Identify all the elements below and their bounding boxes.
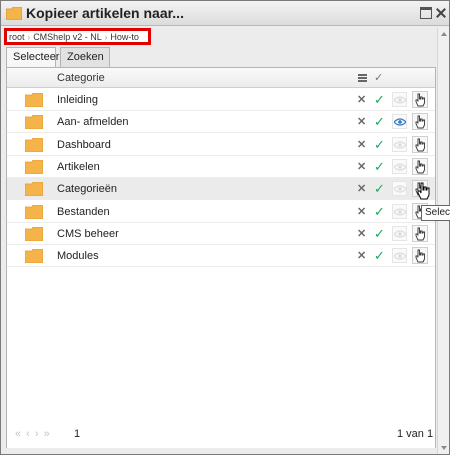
checkmark-icon[interactable]: ✓ bbox=[374, 92, 385, 108]
checkmark-icon[interactable]: ✓ bbox=[374, 137, 385, 153]
dialog-titlebar[interactable]: Kopieer artikelen naar... bbox=[1, 1, 449, 26]
eye-icon[interactable] bbox=[392, 248, 407, 264]
checkmark-icon[interactable]: ✓ bbox=[374, 159, 385, 175]
pager-count: 1 van 1 bbox=[397, 428, 434, 440]
category-label[interactable]: Aan- afmelden bbox=[57, 116, 129, 128]
eye-icon[interactable] bbox=[392, 114, 407, 130]
close-icon[interactable] bbox=[435, 7, 447, 19]
select-hand-icon[interactable] bbox=[412, 224, 428, 242]
copy-articles-dialog: Kopieer artikelen naar... root › CMShelp v… bbox=[0, 0, 450, 455]
grid-header: Categorie ✓ bbox=[7, 68, 435, 88]
remove-icon[interactable]: ✕ bbox=[357, 93, 366, 106]
category-label[interactable]: CMS beheer bbox=[57, 228, 119, 240]
dialog-title: Kopieer artikelen naar... bbox=[26, 5, 184, 21]
table-row[interactable]: Inleiding ✕ ✓ bbox=[7, 89, 435, 111]
eye-icon[interactable] bbox=[392, 136, 407, 152]
scroll-down-icon[interactable] bbox=[441, 446, 447, 450]
breadcrumb-site[interactable]: CMShelp v2 - NL bbox=[33, 32, 102, 42]
breadcrumb-root[interactable]: root bbox=[9, 32, 25, 42]
table-row[interactable]: CMS beheer ✕ ✓ bbox=[7, 223, 435, 245]
category-label[interactable]: Bestanden bbox=[57, 206, 110, 218]
select-hand-icon[interactable] bbox=[412, 113, 428, 131]
folder-icon bbox=[25, 93, 43, 107]
select-hand-icon[interactable] bbox=[412, 247, 428, 265]
breadcrumb-separator-icon: › bbox=[104, 33, 108, 42]
checkmark-icon[interactable]: ✓ bbox=[374, 204, 385, 220]
table-row[interactable]: Categorieën ✕ ✓ bbox=[7, 178, 435, 201]
breadcrumb: root › CMShelp v2 - NL › How-to bbox=[4, 28, 151, 45]
checkmark-icon[interactable]: ✓ bbox=[374, 226, 385, 242]
table-row[interactable]: Artikelen ✕ ✓ bbox=[7, 156, 435, 178]
folder-icon bbox=[25, 137, 43, 152]
folder-icon bbox=[25, 115, 43, 130]
checkmark-icon[interactable]: ✓ bbox=[374, 114, 385, 130]
maximize-icon[interactable] bbox=[420, 7, 432, 19]
remove-icon[interactable]: ✕ bbox=[357, 249, 366, 262]
checkmark-icon[interactable]: ✓ bbox=[374, 181, 385, 197]
eye-icon[interactable] bbox=[392, 225, 407, 241]
column-header-category[interactable]: Categorie bbox=[57, 72, 105, 84]
eye-icon[interactable] bbox=[392, 181, 407, 197]
remove-icon[interactable]: ✕ bbox=[357, 115, 366, 128]
select-hand-icon[interactable] bbox=[412, 135, 428, 153]
table-row[interactable]: Aan- afmelden ✕ ✓ bbox=[7, 111, 435, 134]
eye-icon[interactable] bbox=[392, 92, 407, 107]
checkmark-icon: ✓ bbox=[374, 72, 384, 84]
select-hand-icon[interactable] bbox=[412, 91, 428, 108]
category-label[interactable]: Dashboard bbox=[57, 139, 111, 151]
pager-current-page[interactable]: 1 bbox=[74, 428, 80, 440]
category-label[interactable]: Categorieën bbox=[57, 183, 117, 195]
folder-icon bbox=[6, 7, 22, 20]
folder-icon bbox=[25, 204, 43, 219]
tab-zoeken[interactable]: Zoeken bbox=[60, 47, 110, 67]
pager-arrows-icon[interactable]: « ‹ › » bbox=[15, 428, 51, 440]
category-grid-panel: Categorie ✓ Inleiding ✕ ✓ Aan- afmelden ✕ ✓ Da… bbox=[6, 67, 436, 448]
remove-icon[interactable]: ✕ bbox=[357, 205, 366, 218]
category-label[interactable]: Inleiding bbox=[57, 94, 98, 106]
eye-icon[interactable] bbox=[392, 203, 407, 219]
folder-icon bbox=[25, 226, 43, 241]
select-tooltip: Selecteer bbox=[421, 205, 450, 221]
folder-icon bbox=[25, 182, 43, 197]
folder-icon bbox=[25, 159, 43, 174]
select-hand-icon[interactable] bbox=[412, 157, 428, 175]
remove-icon[interactable]: ✕ bbox=[357, 160, 366, 173]
table-row[interactable]: Bestanden ✕ ✓ bbox=[7, 201, 435, 223]
remove-icon[interactable]: ✕ bbox=[357, 182, 366, 195]
remove-icon[interactable]: ✕ bbox=[357, 138, 366, 151]
table-row[interactable]: Dashboard ✕ ✓ bbox=[7, 134, 435, 156]
table-row[interactable]: Modules ✕ ✓ bbox=[7, 245, 435, 268]
vertical-scrollbar[interactable] bbox=[437, 28, 449, 454]
eye-icon[interactable] bbox=[392, 158, 407, 174]
category-label[interactable]: Artikelen bbox=[57, 161, 100, 173]
hand-cursor-icon bbox=[417, 182, 430, 200]
checkmark-icon[interactable]: ✓ bbox=[374, 248, 385, 264]
category-label[interactable]: Modules bbox=[57, 250, 99, 262]
folder-icon bbox=[25, 249, 43, 264]
breadcrumb-separator-icon: › bbox=[27, 33, 31, 42]
tab-selecteer[interactable]: Selecteer bbox=[6, 47, 59, 68]
remove-icon[interactable]: ✕ bbox=[357, 227, 366, 240]
scroll-up-icon[interactable] bbox=[441, 32, 447, 36]
menu-lines-icon[interactable] bbox=[358, 74, 367, 82]
breadcrumb-current[interactable]: How-to bbox=[110, 32, 139, 42]
pager: « ‹ › » 1 1 van 1 bbox=[7, 424, 435, 448]
